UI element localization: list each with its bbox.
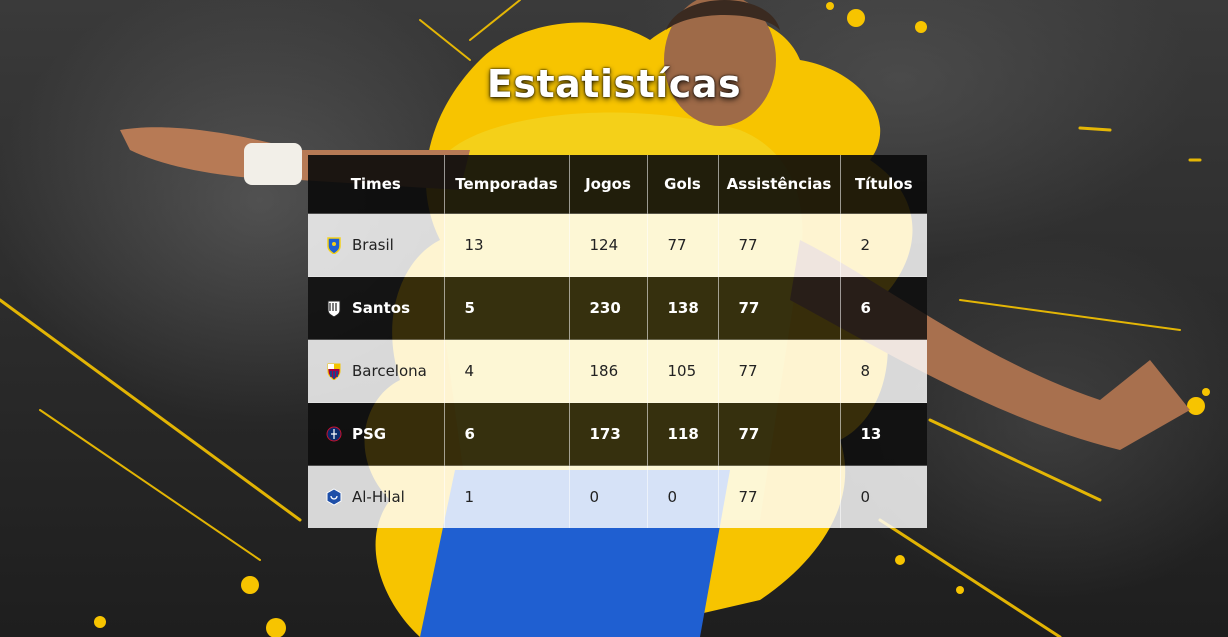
table-header-row: Times Temporadas Jogos Gols Assistências…	[308, 155, 927, 214]
games-cell: 230	[569, 276, 648, 340]
table-row: Al-Hilal 1 0 0 77 0	[308, 465, 927, 528]
team-name: PSG	[352, 425, 387, 443]
team-name: Brasil	[352, 236, 394, 254]
goals-cell: 105	[647, 339, 719, 403]
goals-cell: 0	[647, 465, 719, 528]
seasons-cell: 1	[444, 465, 570, 528]
titles-cell: 8	[860, 362, 871, 380]
stats-table: Times Temporadas Jogos Gols Assistências…	[308, 155, 927, 528]
seasons-cell: 13	[444, 213, 570, 277]
games-cell: 124	[569, 213, 648, 277]
barcelona-crest-icon	[326, 362, 342, 380]
goals-cell: 138	[647, 276, 719, 340]
games-cell: 0	[569, 465, 648, 528]
table-row: Santos 5 230 138 77 6	[308, 276, 927, 340]
al-hilal-crest-icon	[326, 488, 342, 506]
seasons-cell: 4	[444, 339, 570, 403]
team-cell: PSG	[308, 402, 445, 466]
header-titulos: Títulos	[854, 175, 913, 193]
team-name: Al-Hilal	[352, 488, 405, 506]
titles-cell: 13	[860, 425, 882, 443]
team-cell: Barcelona	[308, 339, 445, 403]
assists-cell: 77	[718, 276, 841, 340]
assists-cell: 77	[718, 465, 841, 528]
games-cell: 173	[569, 402, 648, 466]
header-gols: Gols	[647, 155, 719, 214]
assists-cell: 77	[718, 402, 841, 466]
goals-cell: 118	[647, 402, 719, 466]
header-assistencias: Assistências	[718, 155, 841, 214]
header-jogos: Jogos	[569, 155, 648, 214]
goals-cell: 77	[647, 213, 719, 277]
assists-cell: 77	[718, 339, 841, 403]
assists-cell: 77	[718, 213, 841, 277]
team-cell: Santos	[308, 276, 445, 340]
header-temporadas: Temporadas	[444, 155, 570, 214]
team-cell: Brasil	[308, 213, 445, 277]
seasons-cell: 6	[444, 402, 570, 466]
seasons-cell: 5	[444, 276, 570, 340]
header-times: Times	[308, 155, 445, 214]
titles-cell: 0	[860, 488, 871, 506]
table-row: Brasil 13 124 77 77 2	[308, 213, 927, 277]
team-name: Barcelona	[352, 362, 427, 380]
psg-crest-icon	[326, 425, 342, 443]
games-cell: 186	[569, 339, 648, 403]
table-row: Barcelona 4 186 105 77 8	[308, 339, 927, 403]
page-title: Estatistícas	[486, 62, 742, 106]
santos-crest-icon	[326, 299, 342, 317]
titles-cell: 2	[860, 236, 871, 254]
table-row: PSG 6 173 118 77 13	[308, 402, 927, 466]
titles-cell: 6	[860, 299, 871, 317]
team-cell: Al-Hilal	[308, 465, 445, 528]
brasil-crest-icon	[326, 236, 342, 254]
team-name: Santos	[352, 299, 411, 317]
